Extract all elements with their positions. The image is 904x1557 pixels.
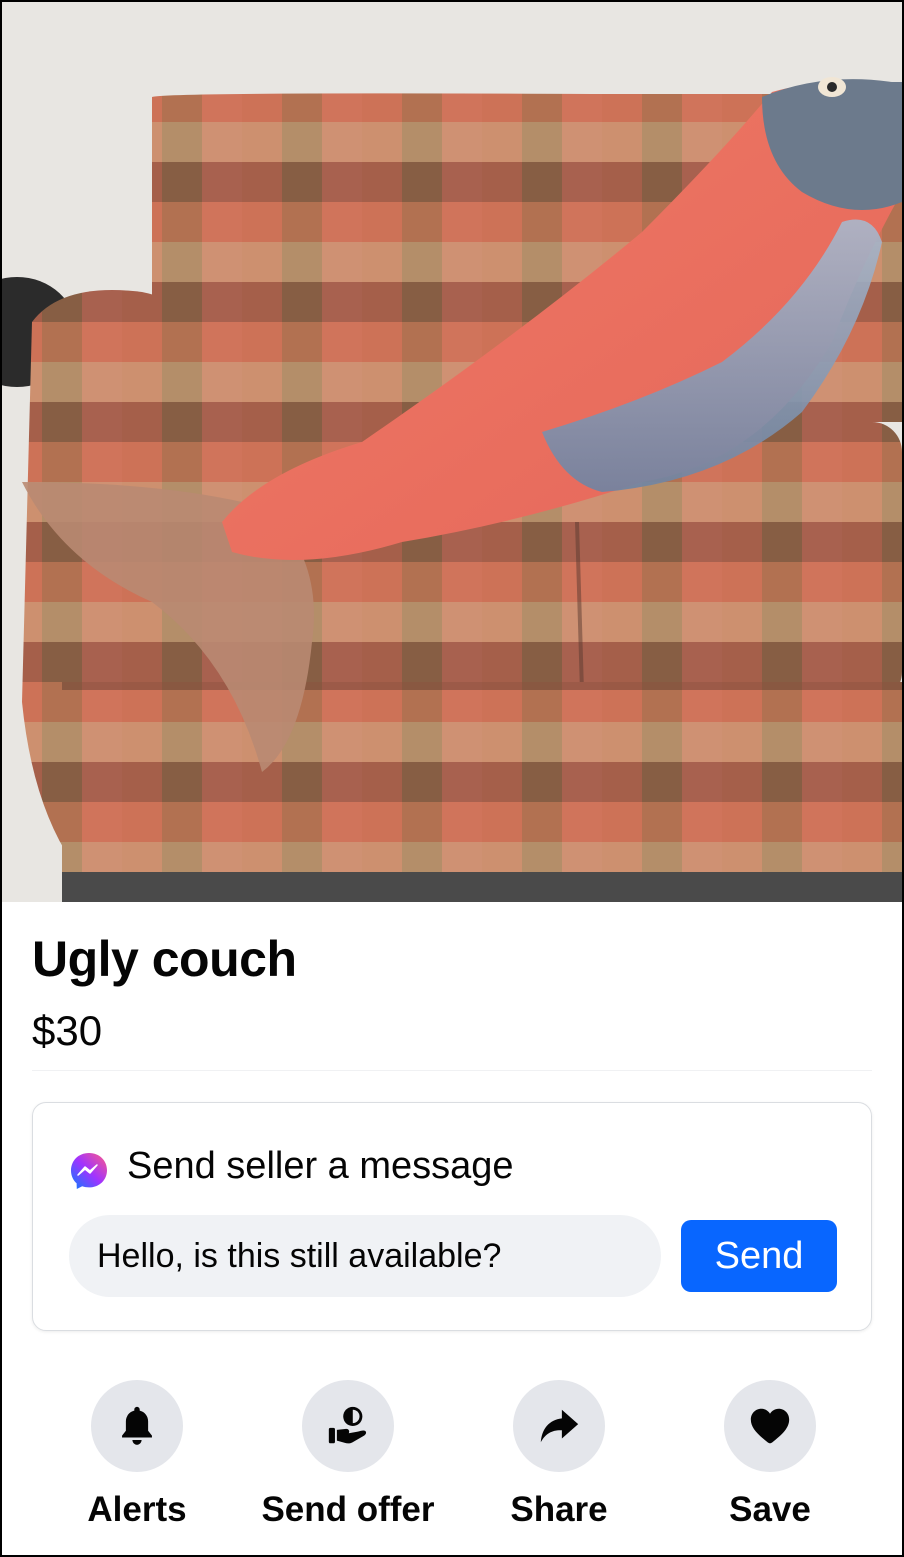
send-offer-icon bbox=[328, 1406, 367, 1444]
share-button[interactable] bbox=[513, 1380, 605, 1472]
save-action[interactable]: Save bbox=[665, 1380, 875, 1530]
message-heading: Send seller a message bbox=[127, 1144, 514, 1187]
listing-title: Ugly couch bbox=[32, 931, 297, 987]
divider bbox=[32, 1070, 872, 1071]
alerts-action[interactable]: Alerts bbox=[32, 1380, 242, 1530]
share-icon bbox=[540, 1409, 579, 1443]
listing-price: $30 bbox=[32, 1007, 103, 1054]
listing-photo[interactable] bbox=[2, 2, 902, 902]
send-message-card: Send seller a message Send bbox=[32, 1102, 872, 1331]
send-button[interactable]: Send bbox=[681, 1220, 837, 1292]
listing-page: Ugly couch $30 Send seller a message Sen… bbox=[0, 0, 904, 1557]
alerts-label: Alerts bbox=[87, 1490, 187, 1529]
save-button[interactable] bbox=[724, 1380, 816, 1472]
message-heading-row: Send seller a message bbox=[69, 1141, 514, 1191]
save-label: Save bbox=[729, 1490, 811, 1529]
send-offer-button[interactable] bbox=[302, 1380, 394, 1472]
share-label: Share bbox=[510, 1490, 608, 1529]
bell-icon bbox=[122, 1406, 152, 1445]
message-input[interactable] bbox=[69, 1215, 661, 1297]
action-bar: Alerts Send offer Share Save bbox=[2, 1380, 902, 1540]
send-offer-action[interactable]: Send offer bbox=[243, 1380, 453, 1530]
share-action[interactable]: Share bbox=[454, 1380, 664, 1530]
couch-photo-illustration bbox=[2, 2, 902, 902]
heart-icon bbox=[750, 1408, 790, 1444]
send-offer-label: Send offer bbox=[261, 1490, 435, 1529]
messenger-icon bbox=[71, 1153, 107, 1189]
alerts-button[interactable] bbox=[91, 1380, 183, 1472]
